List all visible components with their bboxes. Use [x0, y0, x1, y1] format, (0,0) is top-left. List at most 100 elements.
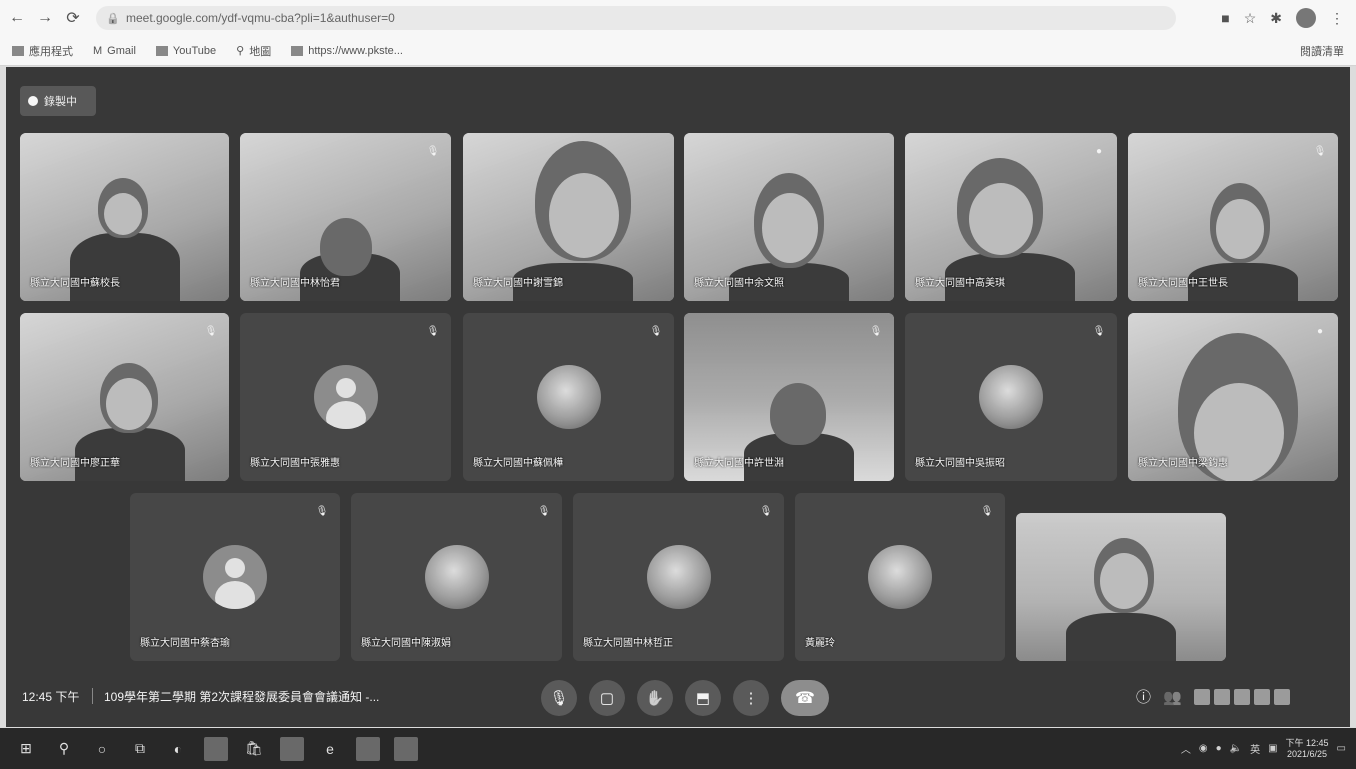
- participant-name: 縣立大同國中張雅惠: [250, 458, 340, 469]
- avatar: [313, 365, 378, 429]
- participant-name: 縣立大同國中梁鈞惠: [1138, 458, 1228, 469]
- participant-tile[interactable]: 縣立大同國中蘇校長: [20, 133, 229, 301]
- camera-indicator-icon[interactable]: ■: [1221, 10, 1229, 26]
- mic-off-icon: 🎙: [537, 505, 551, 517]
- participant-tile[interactable]: 🎙 縣立大同國中廖正華: [20, 313, 229, 481]
- mic-off-icon: 🎙: [1313, 145, 1327, 157]
- recording-badge: 錄製中: [20, 86, 96, 116]
- tray-clock[interactable]: 下午 12:45 2021/6/25: [1286, 738, 1329, 760]
- meet-app-icon[interactable]: [394, 736, 418, 761]
- raise-hand-button[interactable]: ✋: [637, 680, 673, 716]
- bookmark-gmail[interactable]: M Gmail: [93, 45, 136, 57]
- bookmark-pkste[interactable]: https://www.pkste...: [291, 45, 403, 57]
- cortana-icon[interactable]: ○: [90, 737, 114, 761]
- participant-name: 縣立大同國中林哲正: [583, 638, 673, 649]
- star-icon[interactable]: ☆: [1244, 10, 1257, 27]
- reading-list[interactable]: 閱讀清單: [1294, 43, 1344, 59]
- settings-icon[interactable]: [1273, 688, 1290, 705]
- task-view-icon[interactable]: ⧉: [128, 737, 152, 761]
- participant-name: 縣立大同國中蔡杏瑜: [140, 638, 230, 649]
- notifications-icon[interactable]: ▭: [1337, 743, 1346, 754]
- bookmark-apps[interactable]: 應用程式: [12, 43, 73, 59]
- file-explorer-icon[interactable]: [204, 736, 228, 761]
- language-icon[interactable]: [1213, 688, 1230, 705]
- edge-icon[interactable]: ◐: [166, 737, 190, 761]
- extensions-icon[interactable]: ✱: [1270, 10, 1282, 27]
- people-icon[interactable]: 👥: [1163, 688, 1182, 706]
- windows-taskbar: ⊞ ⚲ ○ ⧉ ◐ 🛍 e ︿ ◉ ● 🔈 英 ▣ 下午 12:45 2021/…: [0, 728, 1356, 769]
- mic-off-icon: 🎙: [649, 325, 663, 337]
- participant-tile[interactable]: 🎙 縣立大同國中陳淑娟: [351, 493, 562, 661]
- lock-icon: 🔒: [106, 12, 120, 25]
- end-call-icon: ☎: [795, 690, 815, 707]
- ime-icon[interactable]: 英: [1250, 741, 1260, 756]
- participant-tile[interactable]: 🎙 黃麗玲: [795, 493, 1005, 661]
- network-icon[interactable]: ◉: [1199, 743, 1208, 754]
- menu-icon[interactable]: ⋮: [1330, 10, 1344, 27]
- participant-name: 縣立大同國中吳振昭: [915, 458, 1005, 469]
- url-text: meet.google.com/ydf-vqmu-cba?pli=1&authu…: [126, 11, 395, 25]
- participant-tile[interactable]: 🎙 縣立大同國中蘇佩樺: [463, 313, 674, 481]
- meeting-title: 109學年第二學期 第2次課程發展委員會會議通知 -...: [104, 690, 380, 704]
- search-icon[interactable]: ⚲: [52, 737, 76, 761]
- volume-icon[interactable]: 🔈: [1230, 743, 1242, 754]
- present-button[interactable]: ⬒: [685, 680, 721, 716]
- chat-icon[interactable]: [1193, 688, 1210, 705]
- bookmarks-bar: 應用程式 M Gmail YouTube ⚲ 地圖 https://www.pkst…: [0, 36, 1356, 66]
- participant-tile[interactable]: ● 縣立大同國中高美琪: [905, 133, 1117, 301]
- meeting-clock: 12:45 下午: [22, 690, 80, 704]
- participant-tile[interactable]: 🎙 縣立大同國中張雅惠: [240, 313, 451, 481]
- reload-icon[interactable]: ⟳: [62, 7, 84, 29]
- participant-tile[interactable]: ● 縣立大同國中梁鈞惠: [1128, 313, 1338, 481]
- participant-tile[interactable]: 🎙 縣立大同國中林怡君: [240, 133, 451, 301]
- participant-tile[interactable]: 🎙 縣立大同國中林哲正: [573, 493, 784, 661]
- microphone-icon: 🎙: [549, 690, 569, 707]
- camera-button[interactable]: ▢: [589, 680, 625, 716]
- bookmark-youtube[interactable]: YouTube: [155, 45, 216, 57]
- ie-icon[interactable]: e: [318, 737, 342, 761]
- avatar: [646, 545, 711, 609]
- address-bar[interactable]: 🔒 meet.google.com/ydf-vqmu-cba?pli=1&aut…: [96, 6, 1176, 30]
- avatar: [536, 365, 601, 429]
- participant-tile[interactable]: 🎙 縣立大同國中許世淵: [684, 313, 894, 481]
- activities-icon[interactable]: [1233, 688, 1250, 705]
- start-icon[interactable]: ⊞: [14, 737, 38, 761]
- participant-tile[interactable]: 縣立大同國中謝雪錦: [463, 133, 674, 301]
- meet-bottom-bar: 12:45 下午 109學年第二學期 第2次課程發展委員會會議通知 -... 🎙…: [6, 668, 1350, 728]
- store-icon[interactable]: 🛍: [242, 737, 266, 761]
- mic-tray-icon[interactable]: ●: [1216, 743, 1222, 754]
- info-icon[interactable]: ⓘ: [1136, 686, 1151, 707]
- mic-off-icon: 🎙: [426, 145, 440, 157]
- participant-tile-self[interactable]: [1016, 513, 1226, 661]
- avatar: [424, 545, 489, 609]
- youtube-icon: [155, 45, 168, 56]
- whiteboard-icon[interactable]: [1253, 688, 1270, 705]
- participant-name: 縣立大同國中林怡君: [250, 278, 340, 289]
- participant-name: 縣立大同國中謝雪錦: [473, 278, 563, 289]
- participant-tile[interactable]: 🎙 縣立大同國中吳振昭: [905, 313, 1117, 481]
- chrome-icon[interactable]: [356, 736, 380, 761]
- participant-name: 黃麗玲: [805, 638, 835, 649]
- participant-tile[interactable]: 縣立大同國中余文照: [684, 133, 894, 301]
- mail-icon[interactable]: [280, 736, 304, 761]
- bookmark-maps[interactable]: ⚲ 地圖: [236, 43, 271, 59]
- browser-toolbar: ← → ⟳ 🔒 meet.google.com/ydf-vqmu-cba?pli…: [0, 0, 1356, 36]
- meeting-stage: 錄製中 縣立大同國中蘇校長 🎙 縣立大同國中林怡君 縣立大同國中謝雪錦 縣立大同…: [6, 67, 1350, 727]
- more-options-button[interactable]: ⋮: [733, 680, 769, 716]
- forward-icon[interactable]: →: [34, 7, 56, 29]
- avatar: [203, 545, 267, 609]
- mic-off-icon: 🎙: [869, 325, 883, 337]
- tray-expand-icon[interactable]: ︿: [1181, 741, 1191, 756]
- system-tray: ︿ ◉ ● 🔈 英 ▣ 下午 12:45 2021/6/25 ▭: [1181, 738, 1356, 760]
- mic-off-icon: 🎙: [1092, 325, 1106, 337]
- participant-tile[interactable]: 🎙 縣立大同國中蔡杏瑜: [130, 493, 340, 661]
- participant-name: 縣立大同國中高美琪: [915, 278, 1005, 289]
- maps-icon: ⚲: [236, 45, 245, 57]
- end-call-button[interactable]: ☎: [781, 680, 829, 716]
- participant-tile[interactable]: 🎙 縣立大同國中王世長: [1128, 133, 1338, 301]
- profile-avatar[interactable]: [1296, 8, 1316, 28]
- microphone-button[interactable]: 🎙: [541, 680, 577, 716]
- participant-name: 縣立大同國中陳淑娟: [361, 638, 451, 649]
- keyboard-icon[interactable]: ▣: [1268, 743, 1277, 754]
- back-icon[interactable]: ←: [6, 7, 28, 29]
